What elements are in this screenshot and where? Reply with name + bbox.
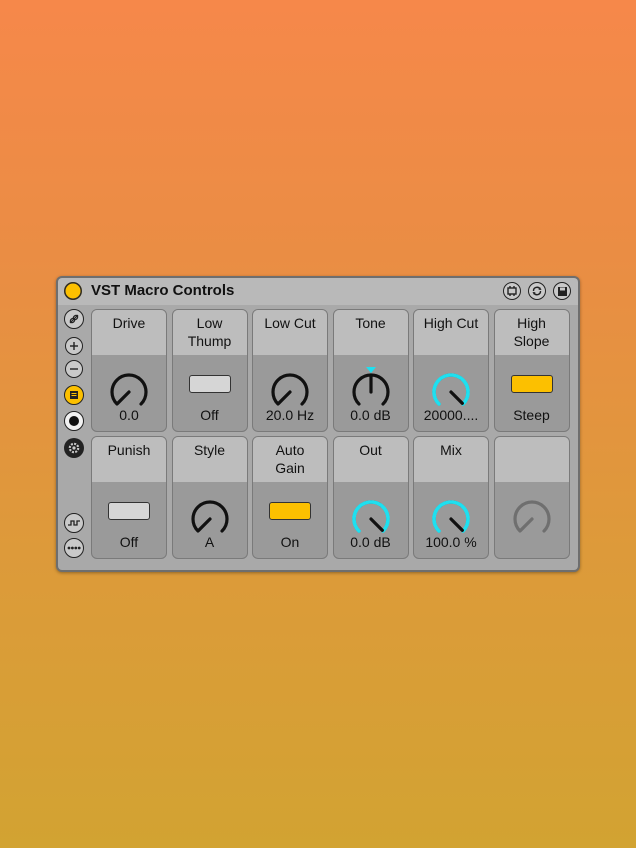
macro-low-cut[interactable]: Low Cut 20.0 Hz — [252, 309, 328, 432]
macro-label: Drive — [92, 310, 166, 355]
macro-style[interactable]: Style A — [171, 436, 248, 559]
macro-value: Off — [119, 534, 139, 550]
macro-tone[interactable]: Tone 0.0 dB — [332, 309, 409, 432]
macro-value: On — [280, 534, 300, 550]
knob-needle — [449, 517, 464, 532]
knob[interactable] — [92, 355, 167, 413]
knob-needle — [116, 390, 131, 405]
macro-label: High Slope — [494, 310, 569, 355]
macro-label: Auto Gain — [253, 437, 327, 482]
hotswap-icon[interactable] — [503, 282, 521, 300]
toggle-button[interactable] — [108, 502, 150, 520]
macro-low-thump[interactable]: Low Thump Off — [171, 309, 248, 432]
knob-needle — [368, 517, 384, 532]
record-icon[interactable] — [64, 411, 84, 431]
device-titlebar: VST Macro Controls — [58, 278, 578, 305]
knob[interactable] — [253, 355, 328, 413]
macro-drive[interactable]: Drive 0.0 — [91, 309, 167, 432]
macro-label: Mix — [414, 437, 488, 482]
knob[interactable] — [495, 482, 570, 540]
toggle-button[interactable] — [510, 375, 553, 393]
knob[interactable] — [173, 482, 248, 540]
macro-value: 20000.... — [423, 407, 479, 423]
add-icon[interactable] — [65, 337, 83, 355]
macro-label: Tone — [333, 310, 408, 355]
knob-track — [512, 500, 551, 533]
device-title: VST Macro Controls — [91, 282, 235, 299]
macro-value: 20.0 Hz — [265, 407, 315, 423]
knob-value-arc — [432, 373, 470, 406]
macro-label: High Cut — [414, 310, 488, 355]
macro-out[interactable]: Out 0.0 dB — [332, 436, 409, 559]
macro-value: 100.0 % — [425, 534, 477, 550]
save-icon[interactable] — [553, 282, 571, 300]
knob-needle — [277, 390, 292, 405]
knob-track — [110, 373, 148, 406]
knob[interactable] — [334, 355, 409, 413]
macro-label: Low Thump — [172, 310, 247, 355]
toggle-button[interactable] — [188, 375, 231, 393]
knob-track — [271, 373, 309, 406]
macro-value: 0.0 dB — [350, 407, 391, 423]
refresh-icon[interactable] — [528, 282, 546, 300]
knob-needle — [449, 390, 464, 405]
knob[interactable] — [334, 482, 409, 540]
device-power-button[interactable] — [64, 282, 82, 300]
knob-needle — [196, 517, 212, 532]
device-body: Drive 0.0 Low Thump Off Low Cut 20.0 Hz Tone 0.… — [58, 305, 578, 570]
list-icon[interactable] — [64, 385, 84, 405]
macro-label: Punish — [92, 437, 166, 482]
knob-track — [190, 500, 229, 533]
macro-mix[interactable]: Mix 100.0 % — [413, 436, 489, 559]
macro-label: Out — [333, 437, 408, 482]
knob[interactable] — [414, 482, 489, 540]
macro-auto-gain[interactable]: Auto Gain On — [252, 436, 328, 559]
link-icon[interactable] — [64, 309, 84, 329]
more-icon[interactable] — [64, 538, 84, 558]
macro-high-slope[interactable]: High Slope Steep — [493, 309, 570, 432]
knob-value-arc — [351, 500, 390, 533]
macro-label: Style — [172, 437, 247, 482]
macro-value: 0.0 dB — [350, 534, 391, 550]
macro-value: A — [204, 534, 215, 550]
center-marker — [365, 367, 376, 373]
macro-label — [494, 437, 569, 482]
knob[interactable] — [414, 355, 489, 413]
knob-needle — [518, 517, 534, 532]
toggle-button[interactable] — [269, 502, 311, 520]
macro-value: Off — [200, 407, 219, 423]
macro-value: 0.0 — [119, 407, 139, 423]
device-panel: VST Macro Controls Drive 0.0 Low Thump O… — [56, 276, 580, 572]
macro-punish[interactable]: Punish Off — [91, 436, 167, 559]
knob-value-arc — [432, 500, 470, 533]
macro-value: Steep — [513, 407, 550, 423]
waveform-icon[interactable] — [64, 513, 84, 533]
macro-empty[interactable] — [493, 436, 570, 559]
settings-icon[interactable] — [64, 438, 84, 458]
remove-icon[interactable] — [65, 360, 83, 378]
macro-label: Low Cut — [253, 310, 327, 355]
macro-high-cut[interactable]: High Cut 20000.... — [413, 309, 489, 432]
